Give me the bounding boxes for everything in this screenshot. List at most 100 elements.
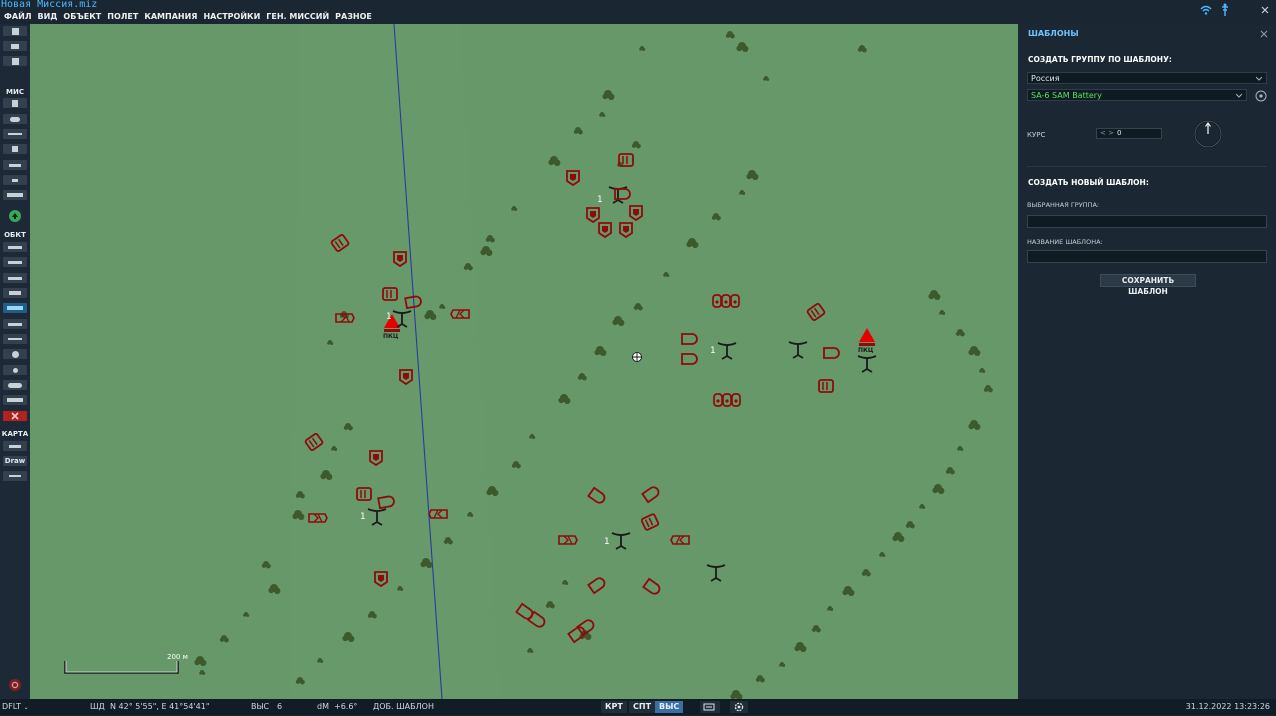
menu-mission-generator[interactable]: ГЕН. МИССИЙ <box>266 11 329 23</box>
menu-file[interactable]: ФАЙЛ <box>4 11 31 23</box>
group-number-label: 1 <box>360 512 366 522</box>
group-number-label: 1 <box>597 195 603 205</box>
antenna-icon[interactable] <box>1220 3 1230 17</box>
stop-button[interactable] <box>9 679 21 691</box>
menu-view[interactable]: ВИД <box>37 11 57 23</box>
delete-object-button[interactable] <box>3 411 27 421</box>
checkmark-icon <box>12 178 18 182</box>
create-new-template-heading: СОЗДАТЬ НОВЫЙ ШАБЛОН: <box>1028 178 1149 187</box>
window-title: Новая Миссия.miz <box>1 0 98 10</box>
editor-mode-text: ДОБ. ШАБЛОН <box>373 702 434 711</box>
route-icon <box>8 133 22 135</box>
profile-select[interactable]: DFLT ⌄ <box>2 699 29 715</box>
status-bar: DFLT ⌄ ШД N 42° 5'55", E 41°54'41" ВЫС 6… <box>0 699 1276 715</box>
add-template-button[interactable] <box>3 303 27 313</box>
sam-site-label: ПКЦ <box>383 333 399 340</box>
menu-campaign[interactable]: КАМПАНИЯ <box>144 11 197 23</box>
magnetic-declination-label: dM <box>317 702 329 711</box>
save-template-button[interactable]: СОХРАНИТЬ ШАБЛОН <box>1100 274 1196 296</box>
template-name-label: НАЗВАНИЕ ШАБЛОНА: <box>1027 238 1103 246</box>
static-object-icon <box>8 322 22 326</box>
menu-misc[interactable]: РАЗНОЕ <box>335 11 372 23</box>
template-icon <box>7 306 23 310</box>
add-target-zone-button[interactable] <box>3 349 27 359</box>
add-helicopter-button[interactable] <box>3 257 27 267</box>
selected-group-field[interactable] <box>1027 215 1267 228</box>
course-arrows[interactable]: < > <box>1100 129 1114 138</box>
fly-mission-button[interactable] <box>9 210 21 222</box>
key-icon <box>9 444 21 448</box>
gear-icon <box>734 702 744 712</box>
coords-value: N 42° 5'55", E 41°54'41" <box>110 702 210 711</box>
add-airport-button[interactable] <box>3 334 27 344</box>
cloud-icon <box>10 116 20 122</box>
coords-label: ШД <box>90 702 105 711</box>
add-ship-button[interactable] <box>3 273 27 283</box>
open-file-button[interactable] <box>3 41 27 51</box>
menu-flight[interactable]: ПОЛЕТ <box>107 11 138 23</box>
circle-point-icon <box>12 367 18 373</box>
group-number-label: 1 <box>604 537 610 547</box>
layers-icon <box>703 703 715 711</box>
vehicle-icon <box>9 291 21 295</box>
shapes-icon <box>7 398 23 402</box>
selected-group-label: ВЫБРАННАЯ ГРУППА: <box>1027 201 1100 209</box>
template-name-input[interactable] <box>1027 250 1267 263</box>
menu-object[interactable]: ОБЪЕКТ <box>63 11 101 23</box>
trigger-icon <box>12 146 18 152</box>
country-select[interactable]: Россия <box>1027 72 1267 84</box>
map-mode-krt-button[interactable]: КРТ <box>601 701 627 713</box>
datetime: 31.12.2022 13:23:26 <box>1185 702 1270 711</box>
mission-briefing-button[interactable] <box>3 98 27 108</box>
plane-icon <box>8 245 22 249</box>
terrain <box>30 24 1018 699</box>
panel-divider <box>1027 166 1267 167</box>
add-shapes-button[interactable] <box>3 395 27 405</box>
save-template-button-label: СОХРАНИТЬ ШАБЛОН <box>1121 276 1175 296</box>
create-by-template-heading: СОЗДАТЬ ГРУППУ ПО ШАБЛОНУ: <box>1028 55 1172 64</box>
floppy-icon <box>11 57 19 65</box>
arrow-up-icon <box>12 213 18 219</box>
close-panel-icon[interactable] <box>1260 30 1268 38</box>
save-file-button[interactable] <box>3 56 27 66</box>
country-select-value: Россия <box>1031 74 1060 83</box>
wifi-icon[interactable] <box>1200 5 1212 15</box>
map-view[interactable]: 1 1 ПКЦ ПКЦ 1 1 1 200 м <box>30 24 1018 699</box>
panel-title: ШАБЛОНЫ <box>1028 29 1079 38</box>
measure-button[interactable] <box>3 471 27 481</box>
course-compass-dial[interactable] <box>1193 119 1223 149</box>
add-vehicle-button[interactable] <box>3 288 27 298</box>
add-plane-button[interactable] <box>3 242 27 252</box>
template-options-icon[interactable] <box>1255 90 1267 102</box>
add-group-button[interactable] <box>3 380 27 390</box>
measure-icon <box>9 475 21 477</box>
check-mission-button[interactable] <box>3 175 27 185</box>
toolbar-section-objects: ОБКТ <box>4 231 26 239</box>
weather-button[interactable] <box>3 114 27 124</box>
map-mode-vys-button[interactable]: ВЫС <box>655 701 684 713</box>
add-initial-point-button[interactable] <box>3 365 27 375</box>
trigger-zones-button[interactable] <box>3 160 27 170</box>
triggers-button[interactable] <box>3 144 27 154</box>
close-window-icon[interactable] <box>1260 5 1270 15</box>
menu-settings[interactable]: НАСТРОЙКИ <box>203 11 260 23</box>
briefing-pages-button[interactable] <box>3 190 27 200</box>
template-select[interactable]: SA-6 SAM Battery <box>1027 89 1247 101</box>
map-canvas[interactable]: 1 1 ПКЦ ПКЦ 1 1 1 200 м <box>30 24 1018 699</box>
left-toolbar: МИС ОБКТ КАРТА Draw <box>0 24 30 699</box>
new-file-button[interactable] <box>3 26 27 36</box>
map-mode-spt-button[interactable]: СПТ <box>629 701 656 713</box>
course-label: КУРС <box>1027 131 1046 139</box>
airport-icon <box>8 338 22 340</box>
waypoints-button[interactable] <box>3 129 27 139</box>
power-icon <box>11 681 19 689</box>
draw-button[interactable]: Draw <box>3 456 27 466</box>
templates-panel: ШАБЛОНЫ СОЗДАТЬ ГРУППУ ПО ШАБЛОНУ: Росси… <box>1018 24 1276 699</box>
layers-button[interactable] <box>700 701 720 713</box>
sam-site-label: ПКЦ <box>858 347 874 354</box>
settings-button[interactable] <box>730 701 748 713</box>
file-icon <box>11 27 19 35</box>
add-static-button[interactable] <box>3 319 27 329</box>
map-ruler-button[interactable] <box>3 441 27 451</box>
course-input[interactable]: < > 0 <box>1096 128 1162 139</box>
